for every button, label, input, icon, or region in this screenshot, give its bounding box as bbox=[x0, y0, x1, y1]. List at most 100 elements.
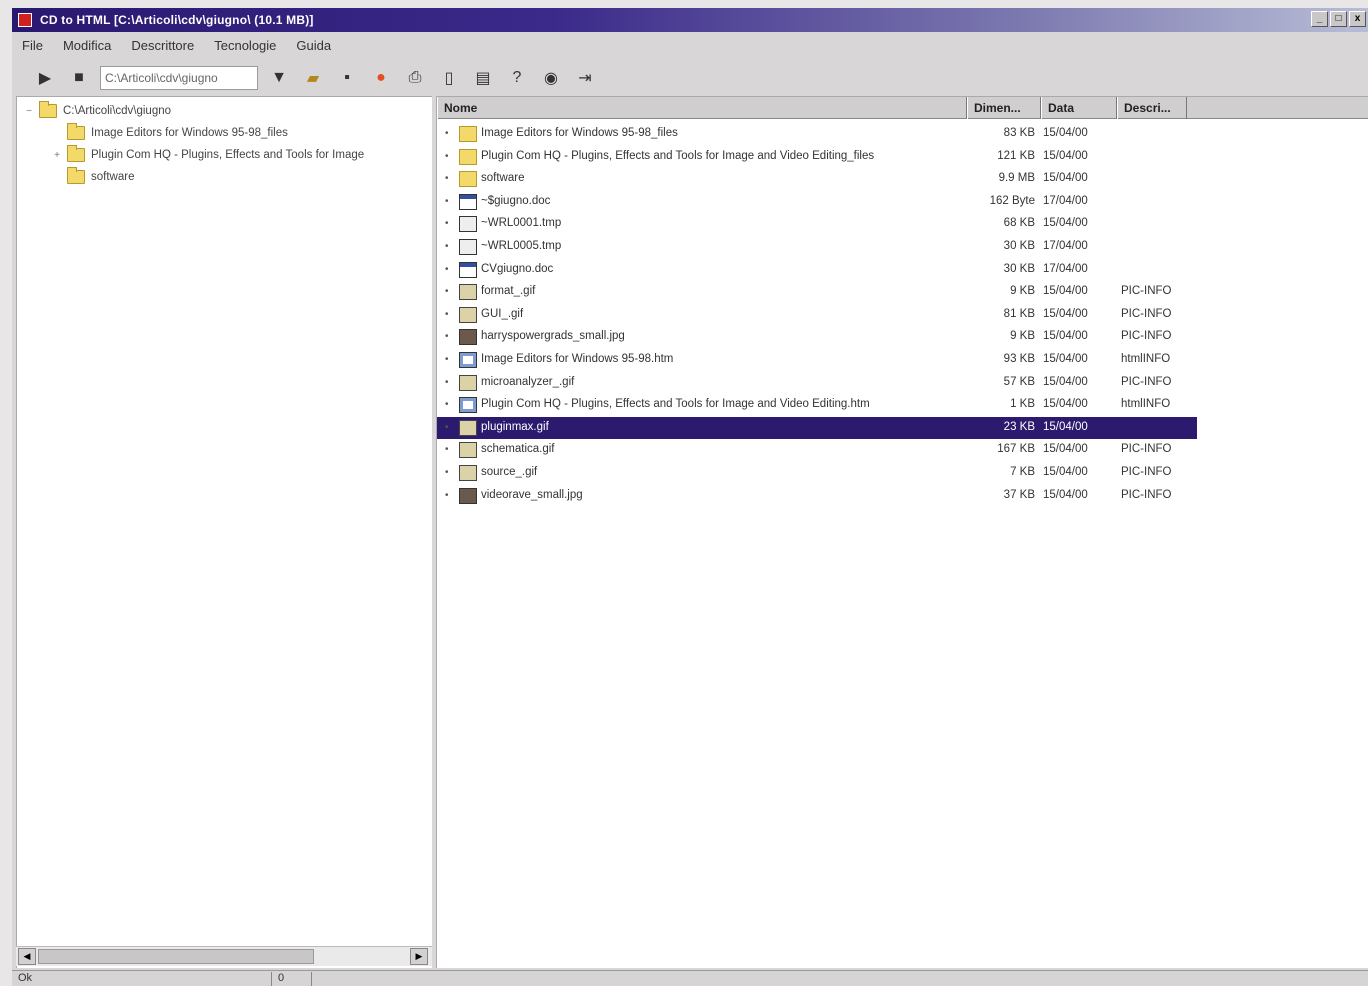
properties-icon[interactable]: ▤ bbox=[470, 65, 496, 91]
file-description: PIC-INFO bbox=[1121, 307, 1172, 320]
save-icon[interactable]: ▪ bbox=[334, 65, 360, 91]
tree-item[interactable]: software bbox=[51, 167, 134, 187]
file-size: 83 KB bbox=[1003, 127, 1035, 139]
folder-file-icon bbox=[459, 148, 477, 165]
tree-root[interactable]: − C:\Articoli\cdv\giugno bbox=[23, 101, 171, 121]
tree-item-label: Plugin Com HQ - Plugins, Effects and Too… bbox=[91, 149, 365, 161]
file-row[interactable]: • format_.gif 9 KB 15/04/00 PIC-INFO bbox=[437, 281, 1197, 303]
tree-item-label: software bbox=[91, 171, 135, 183]
menu-modifica[interactable]: Modifica bbox=[63, 38, 111, 53]
row-bullet: • bbox=[445, 376, 449, 388]
file-row[interactable]: • GUI_.gif 81 KB 15/04/00 PIC-INFO bbox=[437, 304, 1197, 326]
file-row[interactable]: • harryspowergrads_small.jpg 9 KB 15/04/00 P… bbox=[437, 326, 1197, 348]
web-icon[interactable]: ◉ bbox=[538, 65, 564, 91]
file-row[interactable]: • Plugin Com HQ - Plugins, Effects and To… bbox=[437, 394, 1197, 416]
scroll-left-icon[interactable]: ◀ bbox=[18, 948, 36, 965]
file-row[interactable]: • software 9.9 MB 15/04/00 bbox=[437, 168, 1197, 190]
file-row[interactable]: • Image Editors for Windows 95-98_files 83… bbox=[437, 123, 1197, 145]
row-bullet: • bbox=[445, 241, 449, 252]
folder-tree[interactable]: − C:\Articoli\cdv\giugno Image Editors f… bbox=[16, 96, 432, 968]
tree-expander[interactable]: + bbox=[51, 150, 63, 161]
file-name: Plugin Com HQ - Plugins, Effects and Too… bbox=[481, 398, 870, 411]
exit-icon[interactable]: ⇥ bbox=[572, 65, 598, 91]
file-row[interactable]: • source_.gif 7 KB 15/04/00 PIC-INFO bbox=[437, 462, 1197, 484]
doc-file-icon bbox=[459, 261, 477, 278]
maximize-button[interactable]: □ bbox=[1330, 11, 1347, 27]
htm-file-icon bbox=[459, 352, 477, 368]
print-icon[interactable]: ⎙ bbox=[402, 65, 428, 91]
file-row[interactable]: • ~$giugno.doc 162 Byte 17/04/00 bbox=[437, 191, 1197, 213]
file-name: videorave_small.jpg bbox=[481, 488, 583, 501]
row-bullet: • bbox=[445, 421, 449, 433]
file-name: ~$giugno.doc bbox=[481, 194, 551, 207]
file-name: ~WRL0005.tmp bbox=[481, 240, 562, 252]
file-row[interactable]: • schematica.gif 167 KB 15/04/00 PIC-INFO bbox=[437, 439, 1197, 461]
tree-root-label: C:\Articoli\cdv\giugno bbox=[63, 105, 172, 117]
file-size: 57 KB bbox=[1003, 375, 1035, 388]
file-date: 15/04/00 bbox=[1043, 330, 1088, 343]
file-name: format_.gif bbox=[481, 285, 536, 298]
file-size: 162 Byte bbox=[989, 194, 1035, 207]
row-bullet: • bbox=[445, 173, 449, 185]
file-row[interactable]: • videorave_small.jpg 37 KB 15/04/00 PIC-INF… bbox=[437, 485, 1197, 507]
menu-tecnologie[interactable]: Tecnologie bbox=[214, 38, 276, 53]
scroll-right-icon[interactable]: ▶ bbox=[410, 948, 428, 965]
file-row[interactable]: • ~WRL0001.tmp 68 KB 15/04/00 bbox=[437, 213, 1197, 235]
file-date: 15/04/00 bbox=[1043, 443, 1088, 456]
file-row[interactable]: • ~WRL0005.tmp 30 KB 17/04/00 bbox=[437, 236, 1197, 258]
file-row[interactable]: • Plugin Com HQ - Plugins, Effects and To… bbox=[437, 146, 1197, 168]
toolbar: ▶ ■ C:\Articoli\cdv\giugno ▼ ▰ ▪ ● ⎙ ▯ ▤… bbox=[32, 62, 652, 94]
tree-item-label: Image Editors for Windows 95-98_files bbox=[91, 127, 288, 139]
title-bar[interactable]: CD to HTML [C:\Articoli\cdv\giugno\ (10.… bbox=[12, 8, 1368, 32]
column-description[interactable]: Descri... bbox=[1117, 97, 1187, 119]
menu-guida[interactable]: Guida bbox=[296, 38, 331, 53]
file-date: 17/04/00 bbox=[1043, 194, 1088, 207]
file-size: 121 KB bbox=[997, 149, 1035, 162]
file-name: microanalyzer_.gif bbox=[481, 375, 575, 388]
column-size[interactable]: Dimen... bbox=[967, 97, 1041, 119]
tree-item[interactable]: Image Editors for Windows 95-98_files bbox=[51, 123, 288, 143]
file-size: 9 KB bbox=[1010, 330, 1035, 343]
folder-file-icon bbox=[459, 171, 477, 188]
file-name: Image Editors for Windows 95-98.htm bbox=[481, 353, 674, 365]
menu-descrittore[interactable]: Descrittore bbox=[131, 38, 194, 53]
file-size: 93 KB bbox=[1003, 353, 1035, 365]
file-row[interactable]: • Image Editors for Windows 95-98.htm 93 K… bbox=[437, 349, 1197, 371]
collapse-icon[interactable]: − bbox=[23, 106, 35, 117]
column-date[interactable]: Data bbox=[1041, 97, 1117, 119]
path-combobox[interactable]: C:\Articoli\cdv\giugno bbox=[100, 66, 258, 90]
file-list[interactable]: Nome Dimen... Data Descri... • Image Edit… bbox=[436, 96, 1368, 968]
file-row[interactable]: • CVgiugno.doc 30 KB 17/04/00 bbox=[437, 259, 1197, 281]
file-row[interactable]: • pluginmax.gif 23 KB 15/04/00 bbox=[437, 416, 1197, 439]
htm-file-icon bbox=[459, 397, 477, 414]
minimize-button[interactable]: _ bbox=[1311, 11, 1328, 27]
file-name: pluginmax.gif bbox=[481, 420, 549, 433]
file-size: 37 KB bbox=[1003, 488, 1035, 501]
record-icon[interactable]: ● bbox=[368, 65, 394, 91]
row-bullet: • bbox=[445, 263, 449, 275]
play-icon[interactable]: ▶ bbox=[32, 65, 58, 91]
tree-horizontal-scrollbar[interactable]: ◀ ▶ bbox=[16, 946, 432, 966]
file-date: 15/04/00 bbox=[1043, 420, 1088, 433]
row-bullet: • bbox=[445, 308, 449, 320]
file-name: Plugin Com HQ - Plugins, Effects and Too… bbox=[481, 149, 875, 162]
file-size: 167 KB bbox=[997, 443, 1035, 456]
scrollbar-thumb[interactable] bbox=[38, 949, 314, 964]
row-bullet: • bbox=[445, 128, 449, 139]
file-date: 15/04/00 bbox=[1043, 398, 1088, 411]
gif-file-icon bbox=[459, 284, 477, 301]
close-button[interactable]: x bbox=[1349, 11, 1366, 27]
tree-item[interactable]: + Plugin Com HQ - Plugins, Effects and T… bbox=[51, 145, 364, 165]
column-name[interactable]: Nome bbox=[437, 97, 967, 119]
document-icon[interactable]: ▯ bbox=[436, 65, 462, 91]
file-row[interactable]: • microanalyzer_.gif 57 KB 15/04/00 PIC-INFO bbox=[437, 372, 1197, 394]
dropdown-arrow-icon[interactable]: ▼ bbox=[266, 65, 292, 91]
open-folder-icon[interactable]: ▰ bbox=[300, 65, 326, 91]
gif-file-icon bbox=[459, 374, 477, 391]
menu-file[interactable]: File bbox=[22, 38, 43, 53]
file-date: 17/04/00 bbox=[1043, 240, 1088, 252]
folder-file-icon bbox=[459, 126, 477, 142]
app-window: CD to HTML [C:\Articoli\cdv\giugno\ (10.… bbox=[12, 8, 1368, 986]
help-icon[interactable]: ? bbox=[504, 65, 530, 91]
stop-icon[interactable]: ■ bbox=[66, 65, 92, 91]
